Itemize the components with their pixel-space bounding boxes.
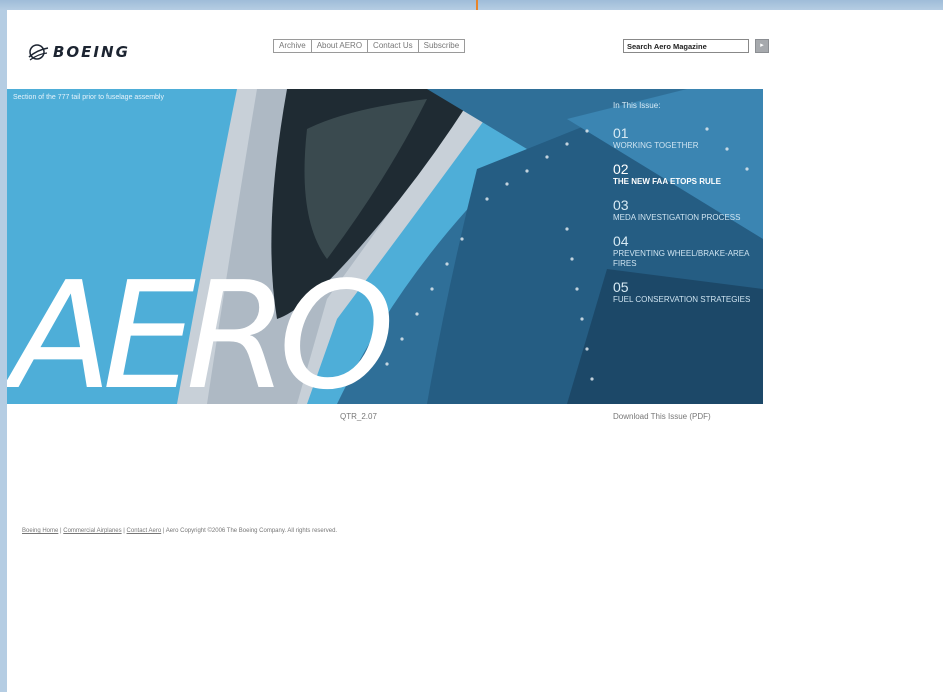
article-title: FUEL CONSERVATION STRATEGIES [613, 295, 751, 304]
footer-copyright: | Aero Copyright ©2006 The Boeing Compan… [162, 528, 338, 534]
article-link-04[interactable]: 04 PREVENTING WHEEL/BRAKE-AREA FIRES [613, 234, 761, 269]
footer-link-contact-aero[interactable]: Contact Aero [127, 528, 162, 534]
article-number: 01 [613, 125, 629, 141]
article-title: THE NEW FAA ETOPS RULE [613, 177, 722, 186]
article-number: 04 [613, 233, 629, 249]
article-link-02[interactable]: 02 THE NEW FAA ETOPS RULE [613, 162, 761, 187]
article-link-01[interactable]: 01 WORKING TOGETHER [613, 126, 761, 151]
in-this-issue-heading: In This Issue: [613, 101, 661, 110]
search-box: ▸ [623, 39, 769, 53]
article-link-03[interactable]: 03 MEDA INVESTIGATION PROCESS [613, 198, 761, 223]
search-input[interactable] [623, 39, 749, 53]
page: BOEING Archive About AERO Contact Us Sub… [7, 10, 943, 692]
footer-link-boeing-home[interactable]: Boeing Home [22, 528, 58, 534]
article-number: 03 [613, 197, 629, 213]
article-number: 05 [613, 279, 629, 295]
download-issue-pdf-link[interactable]: Download This Issue (PDF) [613, 412, 711, 421]
in-this-issue-panel: In This Issue: 01 WORKING TOGETHER 02 TH… [613, 101, 761, 316]
article-number: 02 [613, 161, 629, 177]
top-nav: Archive About AERO Contact Us Subscribe [273, 39, 466, 53]
boeing-symbol-icon [28, 44, 49, 61]
article-title: WORKING TOGETHER [613, 141, 699, 150]
boeing-wordmark: BOEING [53, 43, 130, 61]
nav-about-aero-link[interactable]: About AERO [312, 40, 369, 52]
footer-link-commercial-airplanes[interactable]: Commercial Airplanes [63, 528, 121, 534]
issue-code: QTR_2.07 [340, 412, 377, 421]
nav-subscribe-link[interactable]: Subscribe [419, 40, 465, 52]
aero-masthead: AERO [11, 250, 395, 404]
nav-contact-us-link[interactable]: Contact Us [368, 40, 419, 52]
search-go-button[interactable]: ▸ [755, 39, 769, 53]
hero-banner: Section of the 777 tail prior to fuselag… [7, 89, 763, 404]
nav-archive-link[interactable]: Archive [274, 40, 312, 52]
boeing-logo[interactable]: BOEING [27, 40, 130, 64]
article-link-05[interactable]: 05 FUEL CONSERVATION STRATEGIES [613, 280, 761, 305]
article-title: PREVENTING WHEEL/BRAKE-AREA FIRES [613, 249, 750, 268]
hero-caption: Section of the 777 tail prior to fuselag… [13, 94, 164, 101]
article-title: MEDA INVESTIGATION PROCESS [613, 213, 741, 222]
footer: Boeing Home | Commercial Airplanes | Con… [22, 528, 337, 534]
